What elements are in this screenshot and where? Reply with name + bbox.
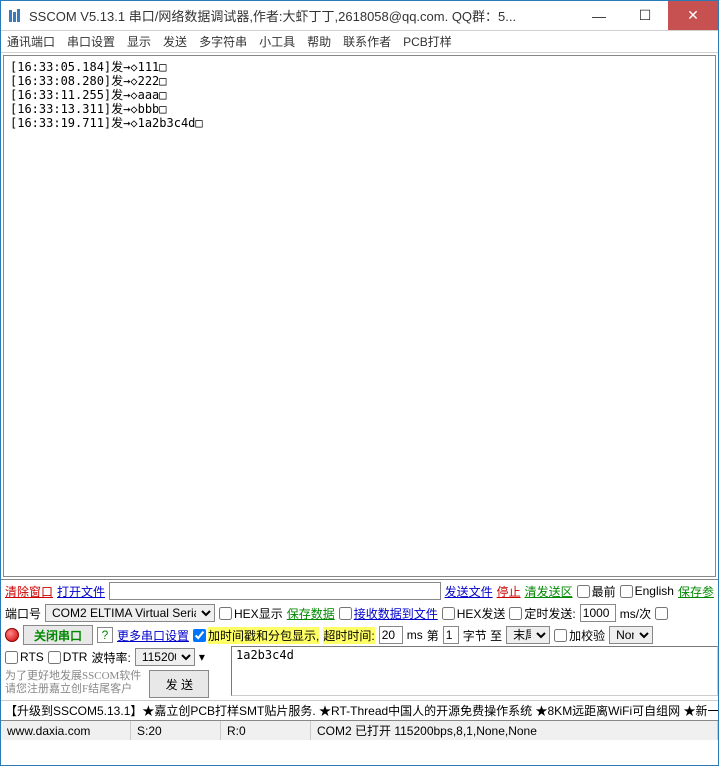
menu-pcb[interactable]: PCB打样	[403, 33, 452, 50]
send-button[interactable]: 发 送	[149, 670, 209, 698]
clear-send-button[interactable]: 清发送区	[525, 583, 573, 600]
menu-comm-port[interactable]: 通讯端口	[7, 33, 55, 50]
timeout-label: 超时时间:	[323, 627, 374, 644]
open-file-button[interactable]: 打开文件	[57, 583, 105, 600]
port-label: 端口号	[5, 605, 41, 622]
dtr-checkbox[interactable]: DTR	[48, 650, 88, 664]
send-input[interactable]: 1a2b3c4d	[231, 646, 718, 696]
menu-contact[interactable]: 联系作者	[343, 33, 391, 50]
terminal-output[interactable]: [16:33:05.184]发→◇111□ [16:33:08.280]发→◇2…	[3, 55, 716, 577]
status-url: www.daxia.com	[1, 721, 131, 740]
nth-label: 第	[427, 627, 439, 644]
close-button[interactable]: ✕	[668, 1, 718, 30]
timestamp-checkbox[interactable]: 加时间戳和分包显示,	[193, 627, 319, 644]
timeout-input[interactable]	[379, 626, 403, 644]
footer-note: 为了更好地发展SSCOM软件 请您注册嘉立创F结尾客户	[5, 670, 141, 698]
save-params-button[interactable]: 保存参	[678, 583, 714, 600]
maximize-button[interactable]: ☐	[622, 1, 668, 30]
status-sent: S:20	[131, 721, 221, 740]
timed-interval-input[interactable]	[580, 604, 616, 622]
toolbar-row-4: RTS DTR 波特率: 115200 ▾	[1, 646, 231, 668]
checksum-checkbox[interactable]: 加校验	[554, 627, 605, 644]
port-select[interactable]: COM2 ELTIMA Virtual Serial	[45, 604, 215, 622]
menu-tools[interactable]: 小工具	[259, 33, 295, 50]
nth-input[interactable]	[443, 626, 459, 644]
clear-window-button[interactable]: 清除窗口	[5, 583, 53, 600]
save-data-button[interactable]: 保存数据	[287, 605, 335, 622]
front-checkbox[interactable]: 最前	[577, 583, 616, 600]
file-path-input[interactable]	[109, 582, 441, 600]
status-port: COM2 已打开 115200bps,8,1,None,None	[311, 721, 718, 740]
end-select[interactable]: 末尾	[506, 626, 550, 644]
promo-bar: 【升级到SSCOM5.13.1】★嘉立创PCB打样SMT贴片服务. ★RT-Th…	[1, 700, 718, 720]
baud-label: 波特率:	[91, 649, 130, 666]
hex-display-checkbox[interactable]: HEX显示	[219, 605, 283, 622]
close-port-button[interactable]: 关闭串口	[23, 625, 93, 645]
titlebar: SSCOM V5.13.1 串口/网络数据调试器,作者:大虾丁丁,2618058…	[1, 1, 718, 31]
baud-select[interactable]: 115200	[135, 648, 195, 666]
checksum-select[interactable]: None	[609, 626, 653, 644]
hex-send-checkbox[interactable]: HEX发送	[442, 605, 506, 622]
menubar: 通讯端口 串口设置 显示 发送 多字符串 小工具 帮助 联系作者 PCB打样	[1, 31, 718, 53]
toolbar-row-2: 端口号 COM2 ELTIMA Virtual Serial HEX显示 保存数…	[1, 602, 718, 624]
menu-display[interactable]: 显示	[127, 33, 151, 50]
menu-send[interactable]: 发送	[163, 33, 187, 50]
toolbar-row-3: 关闭串口 ? 更多串口设置 加时间戳和分包显示, 超时时间: ms 第 字节 至…	[1, 624, 718, 646]
timeout-unit: ms	[407, 628, 423, 642]
menu-help[interactable]: 帮助	[307, 33, 331, 50]
menu-multistring[interactable]: 多字符串	[199, 33, 247, 50]
trailing-checkbox[interactable]	[655, 607, 668, 620]
status-recv: R:0	[221, 721, 311, 740]
toolbar-row-1: 清除窗口 打开文件 发送文件 停止 清发送区 最前 English 保存参	[1, 580, 718, 602]
stop-button[interactable]: 停止	[497, 583, 521, 600]
timed-send-checkbox[interactable]: 定时发送:	[509, 605, 575, 622]
port-status-icon	[5, 628, 19, 642]
send-file-button[interactable]: 发送文件	[445, 583, 493, 600]
recv-to-file-checkbox[interactable]: 接收数据到文件	[339, 605, 438, 622]
window-title: SSCOM V5.13.1 串口/网络数据调试器,作者:大虾丁丁,2618058…	[29, 6, 576, 25]
english-checkbox[interactable]: English	[620, 584, 674, 598]
timed-unit-label: ms/次	[620, 605, 651, 622]
menu-serial-settings[interactable]: 串口设置	[67, 33, 115, 50]
minimize-button[interactable]: —	[576, 1, 622, 30]
app-icon	[7, 8, 23, 24]
rts-checkbox[interactable]: RTS	[5, 650, 44, 664]
help-icon[interactable]: ?	[97, 627, 113, 643]
baud-dropdown-icon[interactable]: ▾	[199, 650, 205, 664]
byte-to-label: 字节 至	[463, 627, 502, 644]
more-settings-button[interactable]: 更多串口设置	[117, 627, 189, 644]
statusbar: www.daxia.com S:20 R:0 COM2 已打开 115200bp…	[1, 720, 718, 740]
